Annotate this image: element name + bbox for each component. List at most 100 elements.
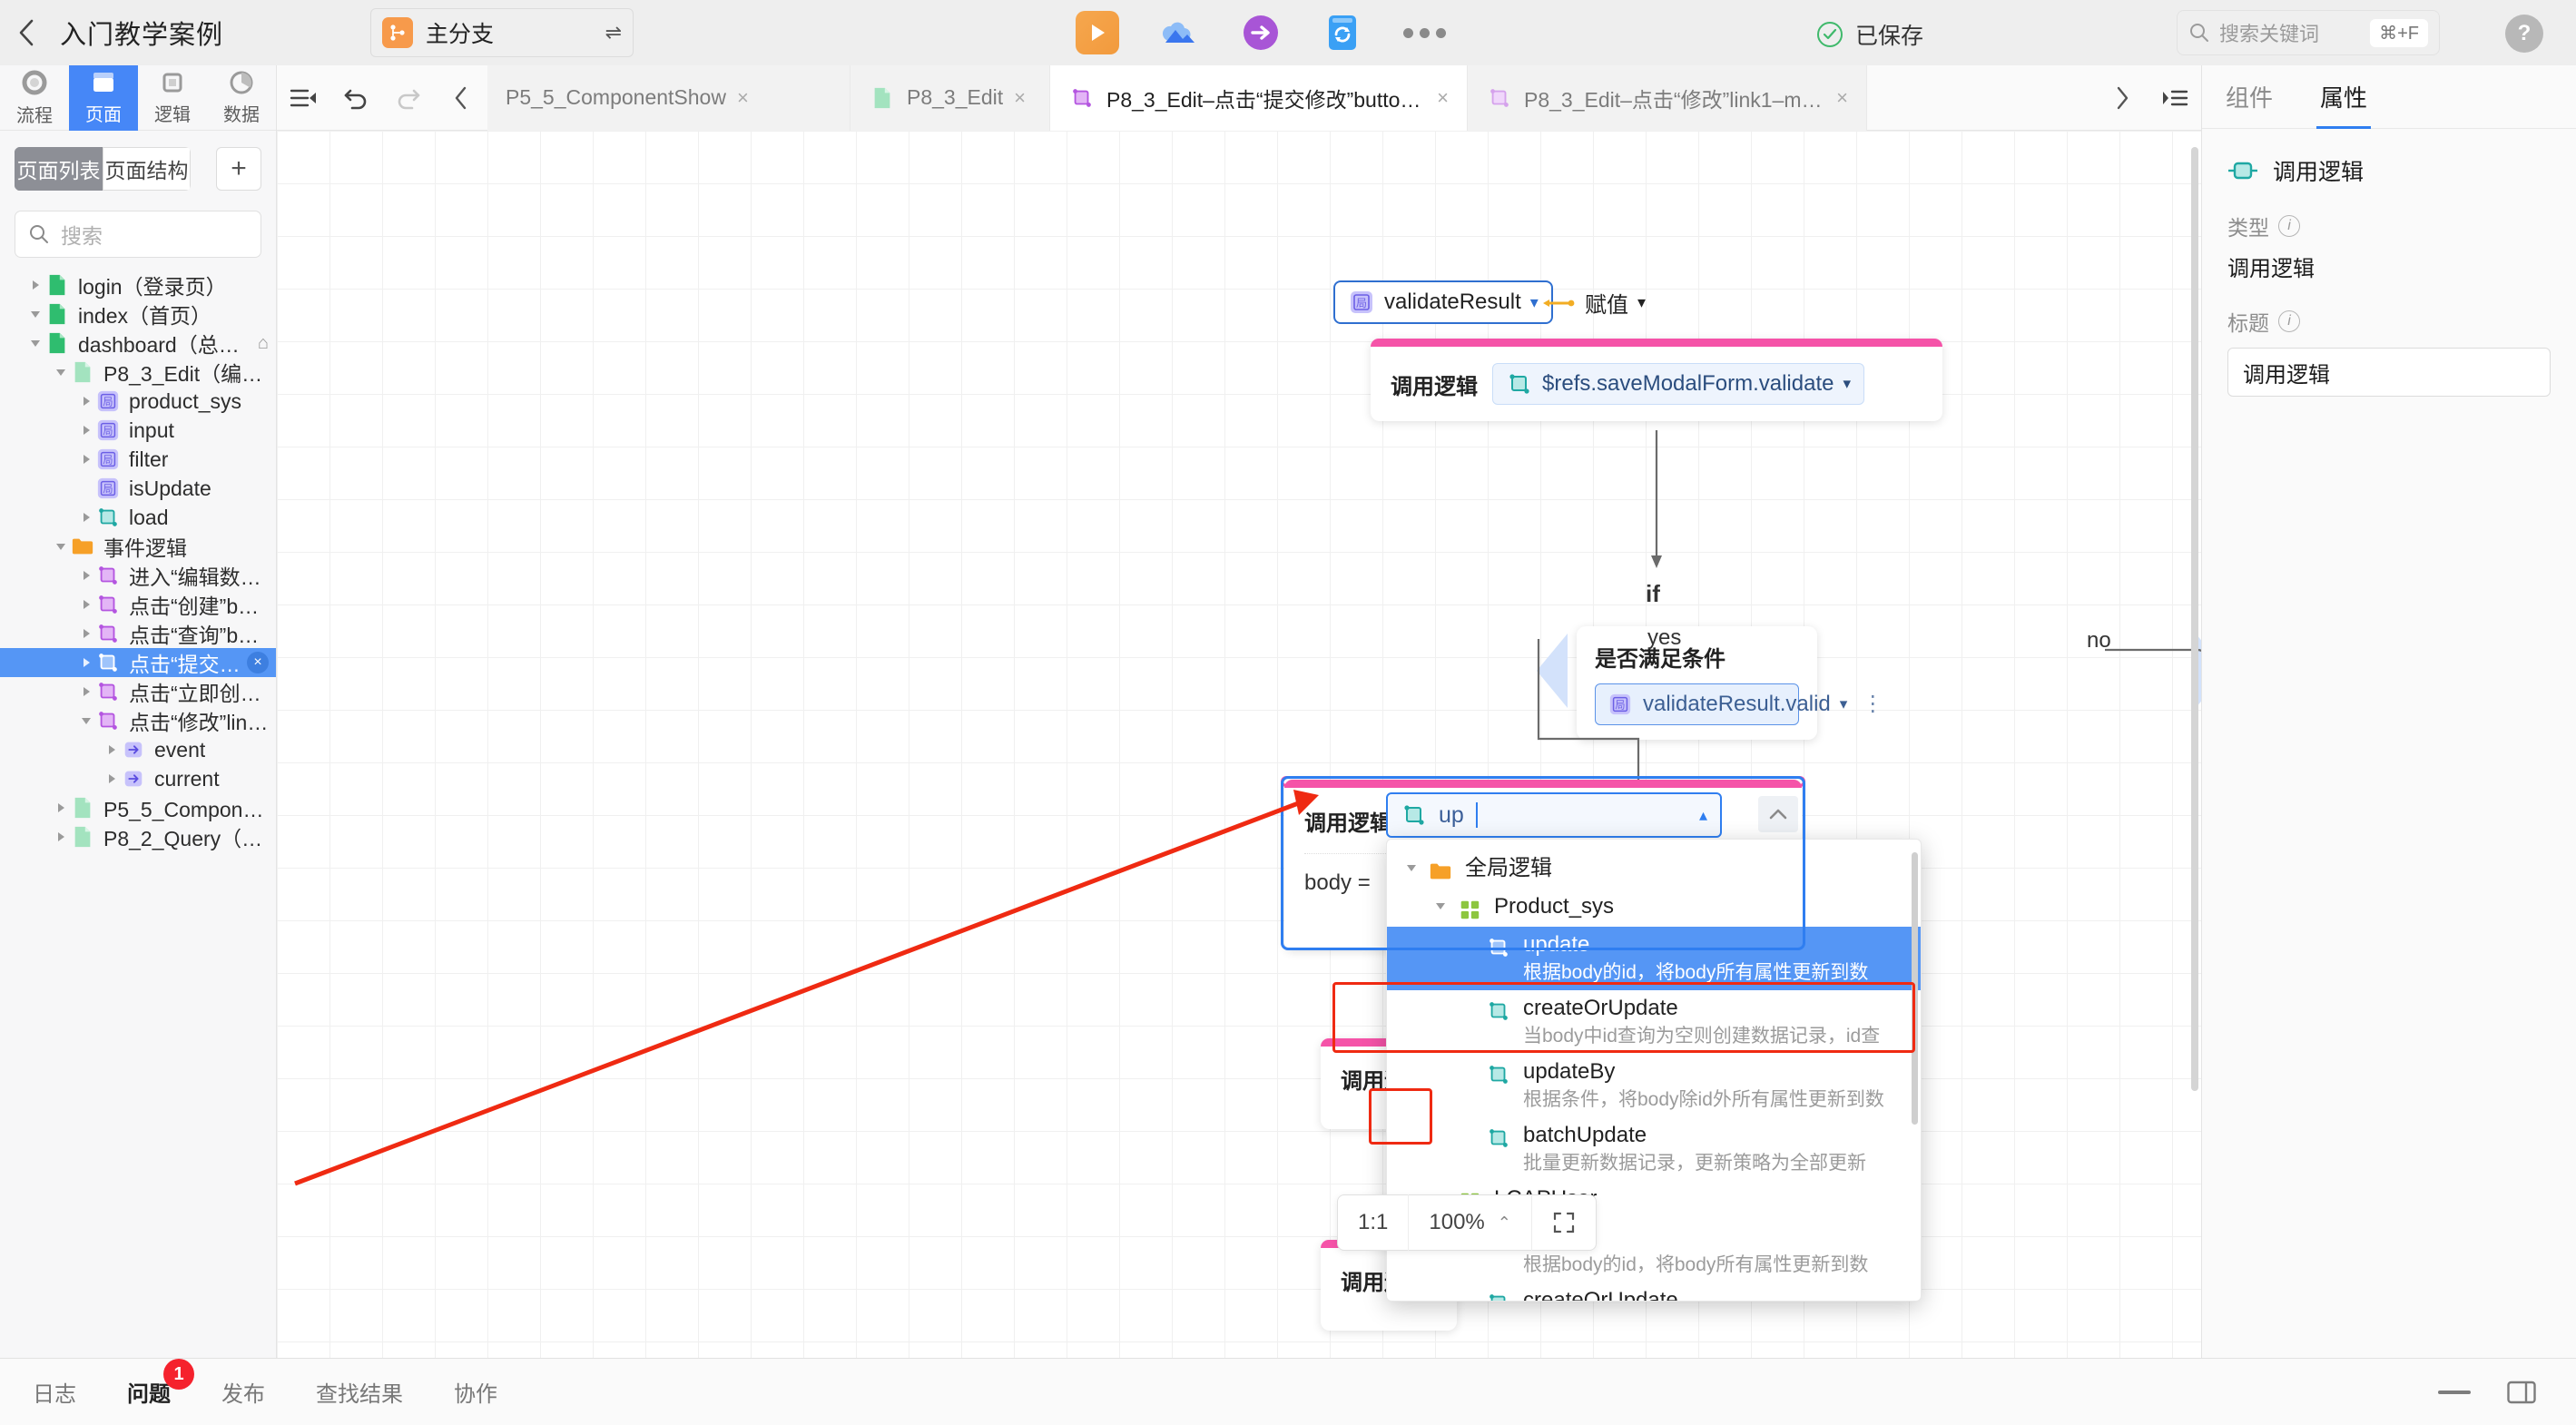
tree-item[interactable]: 点击“立即创建”button4–submit bbox=[0, 677, 276, 706]
tree-item[interactable]: P5_5_ComponentShow（组件显示条件） bbox=[0, 793, 276, 822]
tab-list-icon[interactable] bbox=[2148, 65, 2201, 131]
chevron-up-down-icon[interactable]: ⌃ bbox=[1498, 1214, 1511, 1233]
tabs-scroll-left-icon[interactable] bbox=[435, 65, 487, 131]
tree-item[interactable]: login（登录页） bbox=[0, 270, 276, 300]
global-search[interactable]: 搜索关键词 ⌘+F bbox=[2177, 10, 2440, 55]
call-logic-value[interactable]: $refs.saveModalForm.validate ▾ bbox=[1492, 363, 1865, 405]
mode-tab-flow[interactable]: 流程 bbox=[0, 65, 69, 131]
close-icon[interactable]: × bbox=[1437, 86, 1449, 110]
dropdown-item-selected[interactable]: update 根据body的id，将body所有属性更新到数 bbox=[1387, 927, 1921, 990]
tab-page-list[interactable]: 页面列表 bbox=[15, 147, 103, 191]
chevron-down-icon[interactable]: ▾ bbox=[1840, 695, 1848, 713]
tree-item[interactable]: 局 input bbox=[0, 416, 276, 445]
bottom-tab-publish[interactable]: 发布 bbox=[221, 1376, 265, 1408]
undo-icon[interactable] bbox=[329, 65, 382, 131]
editor-tab[interactable]: P8_3_Edit–点击“提交修改”button3-... × bbox=[1050, 65, 1468, 131]
tree-item[interactable]: load bbox=[0, 503, 276, 532]
tab-page-structure[interactable]: 页面结构 bbox=[103, 147, 191, 191]
close-icon[interactable]: × bbox=[1836, 86, 1848, 110]
bottom-tab-log[interactable]: 日志 bbox=[33, 1376, 76, 1408]
tree-item[interactable]: index（首页） bbox=[0, 300, 276, 329]
dropdown-item[interactable]: Product_sys bbox=[1387, 889, 1921, 927]
ellipsis-icon[interactable] bbox=[1402, 11, 1446, 54]
call-logic-node-1[interactable]: 调用逻辑 $refs.saveModalForm.validate ▾ bbox=[1371, 339, 1942, 421]
property-title-input[interactable]: 调用逻辑 bbox=[2227, 348, 2551, 397]
zoom-ratio-button[interactable]: 1:1 bbox=[1338, 1194, 1410, 1251]
dropdown-item[interactable]: createOrUpdate当body中id查询为空则创建数据记录，id查 bbox=[1387, 1282, 1921, 1301]
tree-caret-icon[interactable] bbox=[76, 424, 96, 437]
tab-properties[interactable]: 属性 bbox=[2316, 65, 2372, 129]
chevron-down-icon[interactable]: ▾ bbox=[1530, 293, 1539, 312]
tree-caret-icon[interactable] bbox=[51, 540, 71, 553]
dropdown-item[interactable]: 全局逻辑 bbox=[1387, 850, 1921, 889]
arrow-right-circle-icon[interactable] bbox=[1239, 11, 1283, 54]
home-icon[interactable]: ⌂ bbox=[258, 333, 269, 354]
mode-tab-logic[interactable]: 逻辑 bbox=[138, 65, 207, 131]
dropdown-item[interactable]: updateBy 根据条件，将body除id外所有属性更新到数 bbox=[1387, 1054, 1921, 1117]
tree-item[interactable]: 点击“创建”button2–create bbox=[0, 590, 276, 619]
tree-item[interactable]: 事件逻辑 bbox=[0, 532, 276, 561]
chevron-up-icon[interactable]: ▴ bbox=[1699, 806, 1707, 825]
back-icon[interactable] bbox=[0, 17, 53, 48]
dropdown-scrollbar[interactable] bbox=[1912, 852, 1918, 1125]
tree-item-close-icon[interactable]: × bbox=[247, 652, 269, 673]
dropdown-caret-icon[interactable] bbox=[1454, 1286, 1485, 1293]
help-button[interactable]: ? bbox=[2505, 15, 2543, 53]
tree-search-input[interactable]: 搜索 bbox=[15, 211, 261, 258]
swap-icon[interactable]: ⇌ bbox=[605, 21, 622, 44]
tabs-scroll-right-icon[interactable] bbox=[2096, 65, 2148, 131]
tree-item[interactable]: 点击“查询”button1–reload bbox=[0, 619, 276, 648]
close-icon[interactable]: × bbox=[1014, 86, 1026, 110]
dropdown-caret-icon[interactable] bbox=[1396, 854, 1427, 874]
panel-layout-icon[interactable] bbox=[2507, 1381, 2536, 1404]
dropdown-caret-icon[interactable] bbox=[1454, 1121, 1485, 1128]
editor-tab[interactable]: P5_5_ComponentShow × bbox=[487, 65, 850, 131]
tree-caret-icon[interactable] bbox=[76, 511, 96, 524]
more-vertical-icon[interactable]: ⋮ bbox=[1862, 693, 1883, 715]
bottom-tab-problems[interactable]: 问题 1 bbox=[127, 1359, 194, 1408]
tree-caret-icon[interactable] bbox=[76, 685, 96, 698]
fit-screen-button[interactable] bbox=[1532, 1194, 1596, 1251]
dropdown-item[interactable]: createOrUpdate当body中id查询为空则创建数据记录，id查 bbox=[1387, 990, 1921, 1054]
tree-caret-icon[interactable] bbox=[76, 598, 96, 611]
tree-caret-icon[interactable] bbox=[51, 801, 71, 814]
dropdown-caret-icon[interactable] bbox=[1425, 892, 1456, 912]
info-icon[interactable]: i bbox=[2278, 310, 2300, 332]
tree-item[interactable]: P8_3_Edit（编辑数据） bbox=[0, 358, 276, 387]
tree-caret-icon[interactable] bbox=[76, 714, 96, 727]
tree-caret-icon[interactable] bbox=[76, 627, 96, 640]
zoom-level-button[interactable]: 100% ⌃ bbox=[1409, 1194, 1532, 1251]
editor-tab[interactable]: P8_3_Edit × bbox=[850, 65, 1050, 131]
tree-item[interactable]: P8_2_Query（数据查询） bbox=[0, 822, 276, 851]
tree-item[interactable]: 局 product_sys bbox=[0, 387, 276, 416]
tree-item[interactable]: event bbox=[0, 735, 276, 764]
collapse-panel-icon[interactable] bbox=[277, 65, 329, 131]
canvas-scrollbar[interactable] bbox=[2191, 147, 2198, 1091]
tree-item[interactable]: 点击“修改”link1–modify bbox=[0, 706, 276, 735]
add-page-button[interactable]: + bbox=[216, 147, 261, 191]
logic-search-input[interactable]: up ▴ bbox=[1386, 792, 1722, 838]
tree-caret-icon[interactable] bbox=[76, 569, 96, 582]
chevron-down-icon[interactable]: ▾ bbox=[1843, 375, 1851, 393]
tree-caret-icon[interactable] bbox=[102, 772, 122, 785]
cloud-icon[interactable] bbox=[1157, 11, 1201, 54]
sync-icon[interactable] bbox=[1321, 11, 1364, 54]
tree-item[interactable]: 进入“编辑数据”页面时–init bbox=[0, 561, 276, 590]
tree-item[interactable]: 局 filter bbox=[0, 445, 276, 474]
tree-caret-icon[interactable] bbox=[25, 308, 45, 320]
flow-canvas[interactable]: 局 validateResult ▾ 赋值 ▾ 调用逻辑 $refs.saveM… bbox=[277, 131, 2201, 1358]
tree-item[interactable]: current bbox=[0, 764, 276, 793]
tree-caret-icon[interactable] bbox=[25, 279, 45, 291]
tree-caret-icon[interactable] bbox=[51, 830, 71, 843]
tree-caret-icon[interactable] bbox=[102, 743, 122, 756]
branch-selector[interactable]: 主分支 ⇌ bbox=[370, 8, 634, 57]
mode-tab-data[interactable]: 数据 bbox=[207, 65, 276, 131]
mode-tab-page[interactable]: 页面 bbox=[69, 65, 138, 131]
bottom-tab-collaborate[interactable]: 协作 bbox=[454, 1376, 497, 1408]
tab-components[interactable]: 组件 bbox=[2226, 65, 2273, 129]
dropdown-caret-icon[interactable] bbox=[1454, 930, 1485, 938]
tree-item[interactable]: dashboard（总览页）⌂ bbox=[0, 329, 276, 358]
tree-caret-icon[interactable] bbox=[51, 366, 71, 378]
tree-caret-icon[interactable] bbox=[25, 337, 45, 349]
editor-tab[interactable]: P8_3_Edit–点击“修改”link1–modify × bbox=[1468, 65, 1867, 131]
